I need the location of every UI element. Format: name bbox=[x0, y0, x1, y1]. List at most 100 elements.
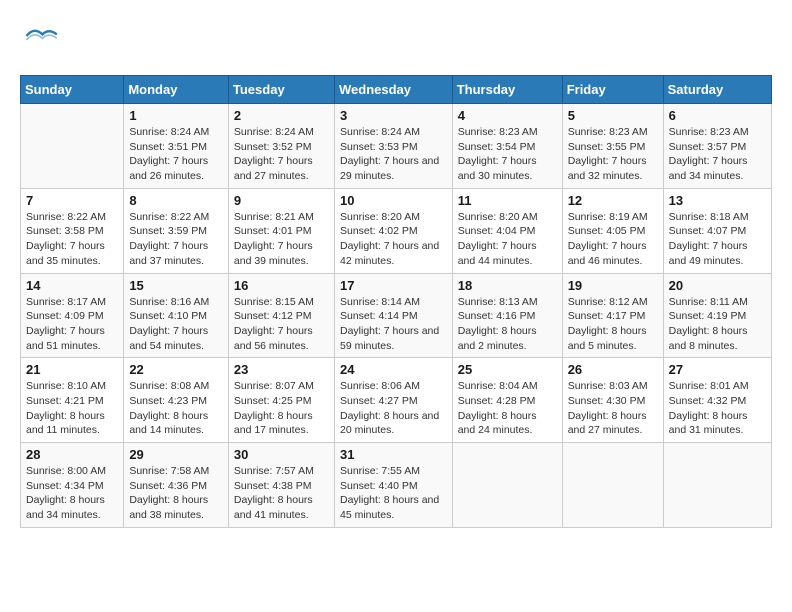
day-info: Sunrise: 8:20 AMSunset: 4:02 PMDaylight:… bbox=[340, 210, 447, 269]
day-number: 18 bbox=[458, 278, 557, 293]
day-number: 23 bbox=[234, 362, 329, 377]
calendar-cell: 16 Sunrise: 8:15 AMSunset: 4:12 PMDayligh… bbox=[228, 273, 334, 358]
calendar-cell: 28 Sunrise: 8:00 AMSunset: 4:34 PMDayligh… bbox=[21, 443, 124, 528]
calendar-week-2: 7 Sunrise: 8:22 AMSunset: 3:58 PMDaylight… bbox=[21, 188, 772, 273]
calendar-header: SundayMondayTuesdayWednesdayThursdayFrid… bbox=[21, 76, 772, 104]
day-info: Sunrise: 8:04 AMSunset: 4:28 PMDaylight:… bbox=[458, 379, 557, 438]
calendar-cell: 29 Sunrise: 7:58 AMSunset: 4:36 PMDayligh… bbox=[124, 443, 229, 528]
column-header-tuesday: Tuesday bbox=[228, 76, 334, 104]
day-info: Sunrise: 8:18 AMSunset: 4:07 PMDaylight:… bbox=[669, 210, 766, 269]
calendar-cell bbox=[663, 443, 771, 528]
day-info: Sunrise: 7:58 AMSunset: 4:36 PMDaylight:… bbox=[129, 464, 223, 523]
calendar-cell: 7 Sunrise: 8:22 AMSunset: 3:58 PMDaylight… bbox=[21, 188, 124, 273]
calendar-cell: 17Sunrise: 8:14 AMSunset: 4:14 PMDayligh… bbox=[334, 273, 452, 358]
calendar-cell: 10 Sunrise: 8:20 AMSunset: 4:02 PMDayligh… bbox=[334, 188, 452, 273]
column-header-sunday: Sunday bbox=[21, 76, 124, 104]
day-number: 17 bbox=[340, 278, 447, 293]
column-header-wednesday: Wednesday bbox=[334, 76, 452, 104]
day-info: Sunrise: 8:15 AMSunset: 4:12 PMDaylight:… bbox=[234, 295, 329, 354]
calendar-cell: 26Sunrise: 8:03 AMSunset: 4:30 PMDayligh… bbox=[562, 358, 663, 443]
day-info: Sunrise: 8:24 AMSunset: 3:52 PMDaylight:… bbox=[234, 125, 329, 184]
day-number: 30 bbox=[234, 447, 329, 462]
day-number: 26 bbox=[568, 362, 658, 377]
page-header bbox=[20, 20, 772, 65]
calendar-cell: 25 Sunrise: 8:04 AMSunset: 4:28 PMDayligh… bbox=[452, 358, 562, 443]
day-info: Sunrise: 8:23 AMSunset: 3:57 PMDaylight:… bbox=[669, 125, 766, 184]
logo bbox=[20, 20, 64, 65]
calendar-cell: 23 Sunrise: 8:07 AMSunset: 4:25 PMDayligh… bbox=[228, 358, 334, 443]
day-number: 22 bbox=[129, 362, 223, 377]
day-number: 24 bbox=[340, 362, 447, 377]
day-number: 20 bbox=[669, 278, 766, 293]
day-number: 19 bbox=[568, 278, 658, 293]
day-info: Sunrise: 8:24 AMSunset: 3:51 PMDaylight:… bbox=[129, 125, 223, 184]
day-number: 15 bbox=[129, 278, 223, 293]
day-info: Sunrise: 8:22 AMSunset: 3:58 PMDaylight:… bbox=[26, 210, 118, 269]
calendar-cell: 13 Sunrise: 8:18 AMSunset: 4:07 PMDayligh… bbox=[663, 188, 771, 273]
calendar-cell: 19 Sunrise: 8:12 AMSunset: 4:17 PMDayligh… bbox=[562, 273, 663, 358]
day-number: 25 bbox=[458, 362, 557, 377]
day-info: Sunrise: 8:07 AMSunset: 4:25 PMDaylight:… bbox=[234, 379, 329, 438]
calendar-cell: 11Sunrise: 8:20 AMSunset: 4:04 PMDayligh… bbox=[452, 188, 562, 273]
calendar-cell: 2 Sunrise: 8:24 AMSunset: 3:52 PMDaylight… bbox=[228, 104, 334, 189]
calendar-cell: 22 Sunrise: 8:08 AMSunset: 4:23 PMDayligh… bbox=[124, 358, 229, 443]
column-header-thursday: Thursday bbox=[452, 76, 562, 104]
day-number: 9 bbox=[234, 193, 329, 208]
calendar-cell bbox=[562, 443, 663, 528]
day-info: Sunrise: 8:06 AMSunset: 4:27 PMDaylight:… bbox=[340, 379, 447, 438]
calendar-cell: 12Sunrise: 8:19 AMSunset: 4:05 PMDayligh… bbox=[562, 188, 663, 273]
day-info: Sunrise: 8:23 AMSunset: 3:55 PMDaylight:… bbox=[568, 125, 658, 184]
calendar-cell bbox=[452, 443, 562, 528]
calendar-week-3: 14Sunrise: 8:17 AMSunset: 4:09 PMDayligh… bbox=[21, 273, 772, 358]
day-number: 13 bbox=[669, 193, 766, 208]
day-info: Sunrise: 8:08 AMSunset: 4:23 PMDaylight:… bbox=[129, 379, 223, 438]
day-number: 12 bbox=[568, 193, 658, 208]
column-header-monday: Monday bbox=[124, 76, 229, 104]
day-number: 3 bbox=[340, 108, 447, 123]
calendar-week-1: 1Sunrise: 8:24 AMSunset: 3:51 PMDaylight… bbox=[21, 104, 772, 189]
day-info: Sunrise: 8:24 AMSunset: 3:53 PMDaylight:… bbox=[340, 125, 447, 184]
calendar-body: 1Sunrise: 8:24 AMSunset: 3:51 PMDaylight… bbox=[21, 104, 772, 528]
day-number: 8 bbox=[129, 193, 223, 208]
column-header-friday: Friday bbox=[562, 76, 663, 104]
calendar-cell: 14Sunrise: 8:17 AMSunset: 4:09 PMDayligh… bbox=[21, 273, 124, 358]
day-info: Sunrise: 8:11 AMSunset: 4:19 PMDaylight:… bbox=[669, 295, 766, 354]
day-number: 2 bbox=[234, 108, 329, 123]
calendar-cell: 8Sunrise: 8:22 AMSunset: 3:59 PMDaylight… bbox=[124, 188, 229, 273]
calendar-table: SundayMondayTuesdayWednesdayThursdayFrid… bbox=[20, 75, 772, 528]
calendar-cell bbox=[21, 104, 124, 189]
calendar-cell: 21 Sunrise: 8:10 AMSunset: 4:21 PMDayligh… bbox=[21, 358, 124, 443]
calendar-cell: 1Sunrise: 8:24 AMSunset: 3:51 PMDaylight… bbox=[124, 104, 229, 189]
calendar-week-5: 28 Sunrise: 8:00 AMSunset: 4:34 PMDayligh… bbox=[21, 443, 772, 528]
day-number: 14 bbox=[26, 278, 118, 293]
day-info: Sunrise: 8:21 AMSunset: 4:01 PMDaylight:… bbox=[234, 210, 329, 269]
day-number: 11 bbox=[458, 193, 557, 208]
day-info: Sunrise: 8:16 AMSunset: 4:10 PMDaylight:… bbox=[129, 295, 223, 354]
day-info: Sunrise: 8:23 AMSunset: 3:54 PMDaylight:… bbox=[458, 125, 557, 184]
calendar-cell: 18 Sunrise: 8:13 AMSunset: 4:16 PMDayligh… bbox=[452, 273, 562, 358]
calendar-cell: 3 Sunrise: 8:24 AMSunset: 3:53 PMDaylight… bbox=[334, 104, 452, 189]
day-info: Sunrise: 8:12 AMSunset: 4:17 PMDaylight:… bbox=[568, 295, 658, 354]
calendar-cell: 15 Sunrise: 8:16 AMSunset: 4:10 PMDayligh… bbox=[124, 273, 229, 358]
calendar-cell: 31Sunrise: 7:55 AMSunset: 4:40 PMDayligh… bbox=[334, 443, 452, 528]
day-info: Sunrise: 8:10 AMSunset: 4:21 PMDaylight:… bbox=[26, 379, 118, 438]
day-info: Sunrise: 7:57 AMSunset: 4:38 PMDaylight:… bbox=[234, 464, 329, 523]
day-number: 21 bbox=[26, 362, 118, 377]
day-number: 16 bbox=[234, 278, 329, 293]
day-info: Sunrise: 8:01 AMSunset: 4:32 PMDaylight:… bbox=[669, 379, 766, 438]
calendar-cell: 9 Sunrise: 8:21 AMSunset: 4:01 PMDaylight… bbox=[228, 188, 334, 273]
day-info: Sunrise: 8:00 AMSunset: 4:34 PMDaylight:… bbox=[26, 464, 118, 523]
calendar-cell: 20 Sunrise: 8:11 AMSunset: 4:19 PMDayligh… bbox=[663, 273, 771, 358]
calendar-cell: 4 Sunrise: 8:23 AMSunset: 3:54 PMDaylight… bbox=[452, 104, 562, 189]
header-row: SundayMondayTuesdayWednesdayThursdayFrid… bbox=[21, 76, 772, 104]
day-number: 27 bbox=[669, 362, 766, 377]
day-number: 29 bbox=[129, 447, 223, 462]
day-number: 4 bbox=[458, 108, 557, 123]
day-info: Sunrise: 8:13 AMSunset: 4:16 PMDaylight:… bbox=[458, 295, 557, 354]
day-number: 28 bbox=[26, 447, 118, 462]
day-number: 5 bbox=[568, 108, 658, 123]
day-number: 10 bbox=[340, 193, 447, 208]
logo-icon bbox=[20, 20, 60, 65]
day-number: 7 bbox=[26, 193, 118, 208]
day-number: 6 bbox=[669, 108, 766, 123]
